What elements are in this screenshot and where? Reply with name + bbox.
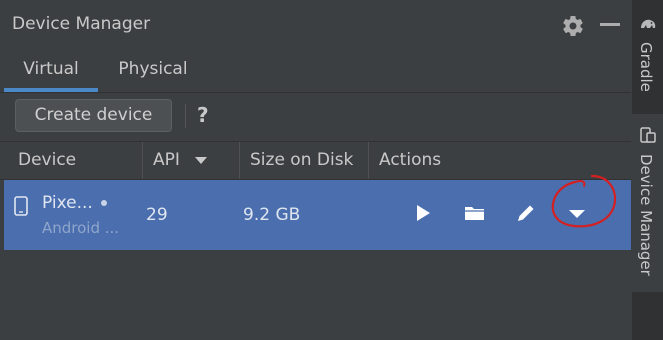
sidebar-tab-gradle[interactable]: Gradle [632,8,663,96]
device-name: Pixe... [42,193,93,213]
sort-descending-icon [195,157,207,164]
device-api-level: 29 [146,205,168,225]
edit-icon[interactable] [513,200,539,226]
column-header-actions: Actions [368,142,518,179]
minimize-icon[interactable] [600,23,620,26]
create-device-button[interactable]: Create device [15,99,172,132]
panel-title: Device Manager [12,14,151,34]
device-size-on-disk: 9.2 GB [243,205,301,225]
gear-icon[interactable] [561,14,585,38]
gradle-elephant-icon [641,19,656,28]
right-tool-window-bar: Gradle Device Manager [632,0,663,340]
table-header: Device API Size on Disk Actions [0,142,631,180]
panel-header: Device Manager [0,0,631,52]
tab-virtual[interactable]: Virtual [4,52,98,92]
column-header-device[interactable]: Device [8,142,140,179]
run-icon[interactable] [409,200,435,226]
sidebar-tab-device-manager[interactable]: Device Manager [632,114,663,292]
more-dropdown-icon[interactable] [564,200,590,226]
table-row[interactable]: Pixe... Android ... 29 9.2 GB [4,180,631,250]
online-status-dot [101,200,107,206]
toolbar-divider [185,104,186,128]
device-manager-panel: Device Manager Virtual Physical Create d… [0,0,631,340]
phone-icon [14,196,28,216]
tab-physical[interactable]: Physical [108,52,198,92]
column-header-size[interactable]: Size on Disk [239,142,367,179]
column-header-api-label: API [153,150,180,170]
sidebar-label-gradle: Gradle [637,42,655,92]
device-type-tabs: Virtual Physical [0,52,631,93]
device-subtitle: Android ... [42,219,120,237]
toolbar: Create device ? [0,93,631,142]
sidebar-label-device-manager: Device Manager [637,154,655,276]
column-header-api[interactable]: API [142,142,238,179]
folder-icon[interactable] [462,200,488,226]
device-manager-icon [640,127,656,143]
help-icon[interactable]: ? [197,103,209,127]
